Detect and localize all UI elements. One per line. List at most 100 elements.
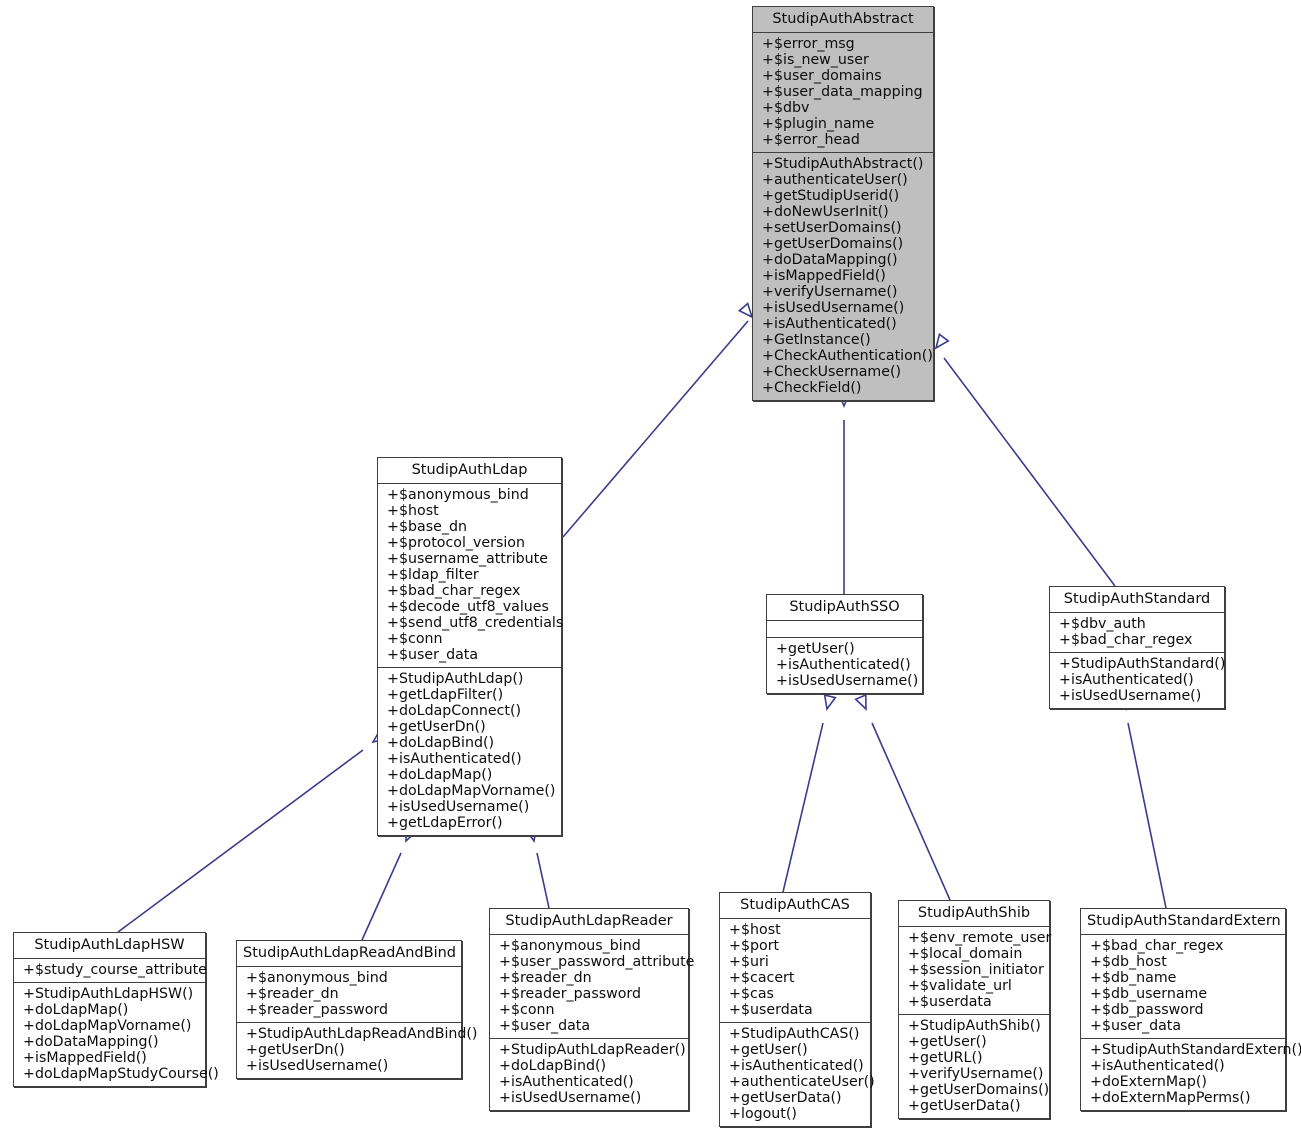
visibility-public-icon: + [499, 970, 511, 986]
method-label: doLdapMapVorname() [35, 1018, 192, 1034]
method-row: +isUsedUsername() [237, 1058, 461, 1074]
attribute-row: +$username_attribute [378, 551, 561, 567]
attribute-label: $cacert [741, 970, 795, 986]
visibility-public-icon: + [387, 647, 399, 663]
attribute-label: $user_data [1102, 1018, 1182, 1034]
class-box-StudipAuthSSO[interactable]: StudipAuthSSO +getUser() +isAuthenticated(… [766, 594, 923, 694]
attribute-label: $user_password_attribute [511, 954, 695, 970]
visibility-public-icon: + [1059, 672, 1071, 688]
method-row: +isUsedUsername() [753, 300, 933, 316]
method-row: +GetInstance() [753, 332, 933, 348]
method-label: doNewUserInit() [774, 204, 889, 220]
method-row: +getUser() [899, 1034, 1049, 1050]
class-box-StudipAuthLdapReadAndBind[interactable]: StudipAuthLdapReadAndBind +$anonymous_bin… [236, 940, 477, 1079]
visibility-public-icon: + [762, 188, 774, 204]
method-label: authenticateUser() [774, 172, 908, 188]
visibility-public-icon: + [387, 767, 399, 783]
attribute-label: $reader_password [258, 1002, 388, 1018]
visibility-public-icon: + [387, 687, 399, 703]
class-box-StudipAuthLdap[interactable]: StudipAuthLdap +$anonymous_bind +$host +$ba… [377, 457, 564, 836]
method-label: doLdapMap() [399, 767, 493, 783]
attribute-label: $db_username [1102, 986, 1208, 1002]
method-row: +authenticateUser() [753, 172, 933, 188]
attribute-label: $db_name [1102, 970, 1177, 986]
attribute-row: +$decode_utf8_values [378, 599, 561, 615]
method-label: isMappedField() [774, 268, 886, 284]
attribute-label: $validate_url [920, 978, 1012, 994]
attribute-row: +$reader_dn [490, 970, 688, 986]
method-label: getURL() [920, 1050, 983, 1066]
method-label: CheckUsername() [774, 364, 902, 380]
class-box-StudipAuthShib[interactable]: StudipAuthShib +$env_remote_user +$local_d… [898, 900, 1051, 1119]
attribute-label: $db_password [1102, 1002, 1204, 1018]
attribute-row: +$dbv [753, 100, 933, 116]
method-row: +doLdapBind() [490, 1058, 688, 1074]
visibility-public-icon: + [729, 1090, 741, 1106]
method-row: +CheckField() [753, 380, 933, 396]
visibility-public-icon: + [246, 1026, 258, 1042]
visibility-public-icon: + [908, 1050, 920, 1066]
class-box-StudipAuthStandardExtern[interactable]: StudipAuthStandardExtern +$bad_char_regex… [1080, 908, 1301, 1111]
method-row: +doExternMap() [1081, 1074, 1285, 1090]
attribute-row: +$error_msg [753, 36, 933, 52]
attribute-row: +$study_course_attribute [14, 962, 207, 978]
visibility-public-icon: + [908, 1018, 920, 1034]
class-box-StudipAuthCAS[interactable]: StudipAuthCAS +$host +$port +$uri +$cacert +$… [719, 892, 875, 1127]
visibility-public-icon: + [499, 1018, 511, 1034]
method-label: isMappedField() [35, 1050, 147, 1066]
attribute-label: $send_utf8_credentials [399, 615, 564, 631]
attribute-row: +$host [378, 503, 561, 519]
method-label: doLdapMapVorname() [399, 783, 556, 799]
visibility-public-icon: + [23, 1066, 35, 1082]
attributes-compartment: +$study_course_attribute [14, 959, 207, 983]
generalization-arrow-standardextern-to-standard [1116, 694, 1167, 909]
attribute-row: +$anonymous_bind [490, 938, 688, 954]
generalization-arrow-cas-to-sso [782, 694, 837, 893]
visibility-public-icon: + [729, 1074, 741, 1090]
method-label: isUsedUsername() [511, 1090, 642, 1106]
attribute-row: +$host [720, 922, 870, 938]
method-row: +getUserDomains() [753, 236, 933, 252]
visibility-public-icon: + [23, 1018, 35, 1034]
class-box-StudipAuthStandard[interactable]: StudipAuthStandard +$dbv_auth +$bad_char_r… [1049, 586, 1225, 709]
method-row: +isMappedField() [14, 1050, 205, 1066]
attribute-label: $dbv_auth [1071, 616, 1146, 632]
attribute-label: $host [741, 922, 781, 938]
visibility-public-icon: + [729, 1042, 741, 1058]
class-box-StudipAuthAbstract[interactable]: StudipAuthAbstract +$error_msg +$is_new_us… [752, 6, 934, 401]
method-label: isUsedUsername() [1071, 688, 1202, 704]
visibility-public-icon: + [387, 615, 399, 631]
class-box-StudipAuthLdapReader[interactable]: StudipAuthLdapReader +$anonymous_bind +$us… [489, 908, 694, 1111]
attributes-compartment [767, 621, 922, 638]
attribute-row: +$anonymous_bind [378, 487, 561, 503]
method-label: authenticateUser() [741, 1074, 875, 1090]
visibility-public-icon: + [762, 332, 774, 348]
methods-compartment: +StudipAuthLdap() +getLdapFilter() +doLdap… [378, 668, 561, 835]
visibility-public-icon: + [762, 348, 774, 364]
attribute-row: +$user_data [378, 647, 561, 663]
method-label: CheckAuthentication() [774, 348, 933, 364]
generalization-arrow-ldapreader-to-ldap [524, 826, 550, 909]
class-name: StudipAuthAbstract [753, 7, 933, 33]
attribute-label: $userdata [920, 994, 992, 1010]
method-row: +isUsedUsername() [1050, 688, 1224, 704]
visibility-public-icon: + [387, 503, 399, 519]
generalization-arrow-ldapreadandbind-to-ldap [361, 825, 418, 941]
method-label: logout() [741, 1106, 797, 1122]
method-row: +setUserDomains() [753, 220, 933, 236]
method-row: +StudipAuthCAS() [720, 1026, 870, 1042]
method-label: doLdapBind() [511, 1058, 607, 1074]
visibility-public-icon: + [387, 799, 399, 815]
method-row: +doDataMapping() [14, 1034, 205, 1050]
visibility-public-icon: + [762, 132, 774, 148]
method-row: +isAuthenticated() [490, 1074, 688, 1090]
method-row: +doLdapMap() [14, 1002, 205, 1018]
visibility-public-icon: + [729, 970, 741, 986]
generalization-arrow-sso-to-abstract [837, 392, 851, 594]
attribute-row: +$validate_url [899, 978, 1049, 994]
attribute-row: +$env_remote_user [899, 930, 1051, 946]
class-box-StudipAuthLdapHSW[interactable]: StudipAuthLdapHSW +$study_course_attribut… [13, 932, 219, 1087]
generalization-arrow-standard-to-abstract [934, 332, 1116, 587]
attribute-label: $user_data [399, 647, 479, 663]
visibility-public-icon: + [762, 252, 774, 268]
